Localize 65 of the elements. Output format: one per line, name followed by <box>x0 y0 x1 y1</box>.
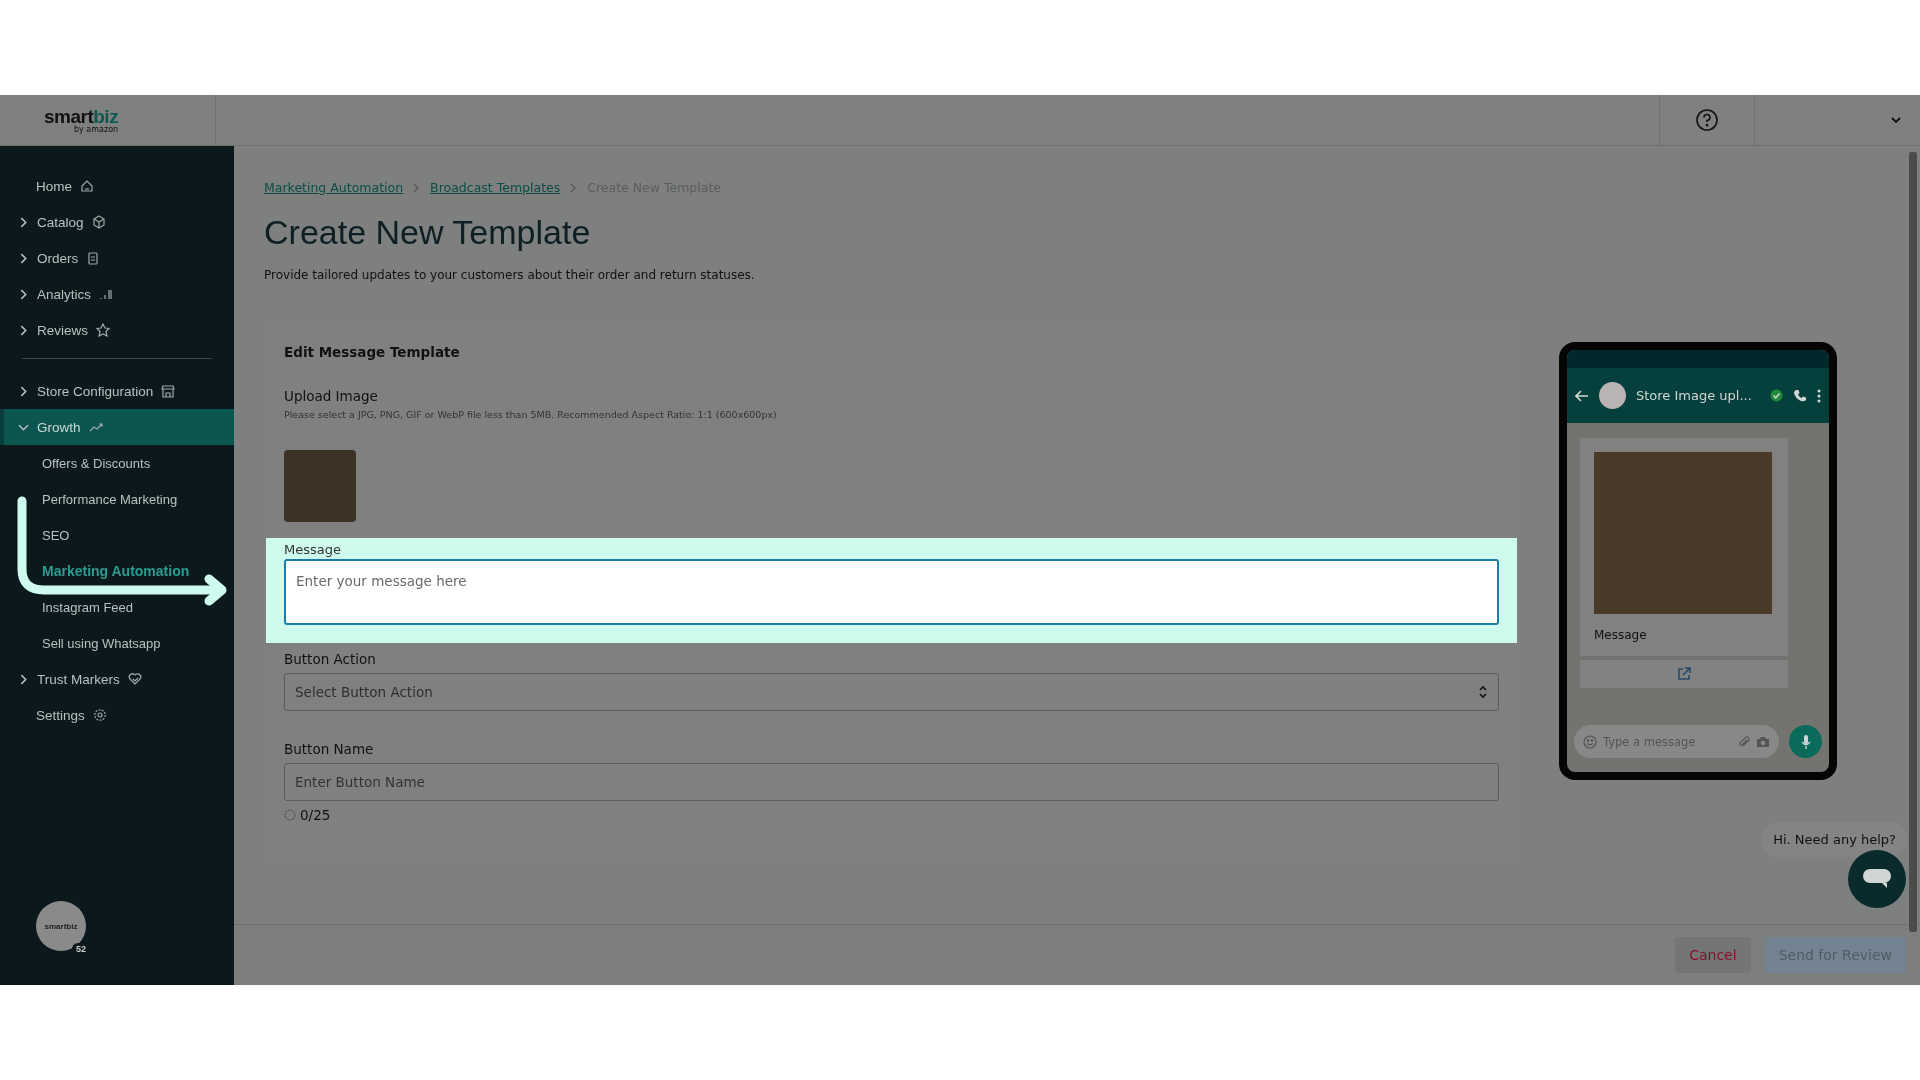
sidebar-subitem[interactable]: Performance Marketing <box>42 490 178 508</box>
page-description: Provide tailored updates to your customers about their order and return statuses. <box>264 268 756 282</box>
section-heading: Edit Message Template <box>284 344 461 360</box>
sidebar-item[interactable]: Growth <box>0 409 234 445</box>
chat-prompt: Hi. Need any help? <box>1761 822 1908 857</box>
camera-icon <box>1756 735 1770 748</box>
chat-button[interactable] <box>1848 850 1906 908</box>
sidebar-item[interactable]: Home <box>0 168 234 204</box>
back-arrow-icon <box>1575 388 1589 403</box>
sidebar-item[interactable]: Catalog <box>0 204 234 240</box>
sidebar-item[interactable]: Settings <box>0 697 234 733</box>
store-icon <box>161 384 176 398</box>
emoji-icon <box>1583 734 1597 749</box>
external-link-icon <box>1677 667 1691 681</box>
progress-ring-icon <box>284 809 296 821</box>
sidebar-subitem[interactable]: SEO <box>42 526 70 544</box>
sidebar-subitem[interactable]: Instagram Feed <box>42 598 134 616</box>
clipboard-icon <box>86 251 101 265</box>
message-field[interactable]: Enter your message here <box>284 559 1499 625</box>
settings-icon <box>92 708 107 722</box>
character-counter: 0/25 <box>300 807 331 823</box>
chevron-right-icon <box>570 182 578 193</box>
home-icon <box>80 179 94 193</box>
contact-name: Store Image upl... <box>1636 388 1753 403</box>
chevron-right-icon[interactable] <box>18 216 29 228</box>
chevron-right-icon[interactable] <box>18 288 29 300</box>
microphone-icon <box>1800 733 1811 750</box>
sidebar-item[interactable]: Reviews <box>0 312 234 348</box>
field-hint: Please select a JPG, PNG, GIF or WebP file less than 5MB. Recommended Aspect Ratio: 1:1 (600x600px) <box>284 409 778 420</box>
help-icon[interactable] <box>1695 108 1719 132</box>
field-label: Button Name <box>284 741 375 757</box>
message-bubble: Message <box>1580 438 1788 656</box>
sidebar-item[interactable]: Trust Markers <box>0 661 234 697</box>
sort-arrows-icon <box>1478 684 1488 700</box>
logo[interactable]: smartbiz by amazon <box>0 95 216 145</box>
bar-chart-icon <box>99 287 114 301</box>
sidebar-subitem[interactable]: Sell using Whatsapp <box>42 634 161 652</box>
chevron-down-icon[interactable] <box>1890 116 1902 124</box>
page-title: Create New Template <box>264 213 592 252</box>
phone-icon <box>1793 388 1807 403</box>
chevron-right-icon[interactable] <box>18 673 29 685</box>
field-label: Upload Image <box>284 388 379 404</box>
microphone-button[interactable] <box>1789 725 1822 758</box>
button-name-field[interactable]: Enter Button Name <box>284 763 1499 801</box>
trend-up-icon <box>88 420 103 434</box>
star-icon <box>96 323 110 337</box>
sidebar-subitem[interactable]: Offers & Discounts <box>42 454 151 472</box>
chevron-right-icon[interactable] <box>18 324 29 336</box>
box-icon <box>91 215 106 229</box>
sidebar-item[interactable]: Store Configuration <box>0 373 234 409</box>
paperclip-icon <box>1738 734 1750 749</box>
heart-check-icon <box>127 672 142 686</box>
chevron-right-icon[interactable] <box>18 252 29 264</box>
field-label: Button Action <box>284 651 377 667</box>
sidebar-item[interactable]: Analytics <box>0 276 234 312</box>
field-label: Message <box>284 542 342 557</box>
contact-avatar <box>1599 382 1626 409</box>
sidebar-subitem[interactable]: Marketing Automation <box>42 562 190 580</box>
chevron-right-icon <box>413 182 421 193</box>
button-action-select[interactable]: Select Button Action <box>284 673 1499 711</box>
chevron-right-icon[interactable] <box>18 385 29 397</box>
sidebar-item[interactable]: Orders <box>0 240 234 276</box>
scrollbar[interactable] <box>1909 152 1917 932</box>
chat-bubble-icon <box>1862 868 1892 890</box>
more-icon <box>1817 388 1821 403</box>
